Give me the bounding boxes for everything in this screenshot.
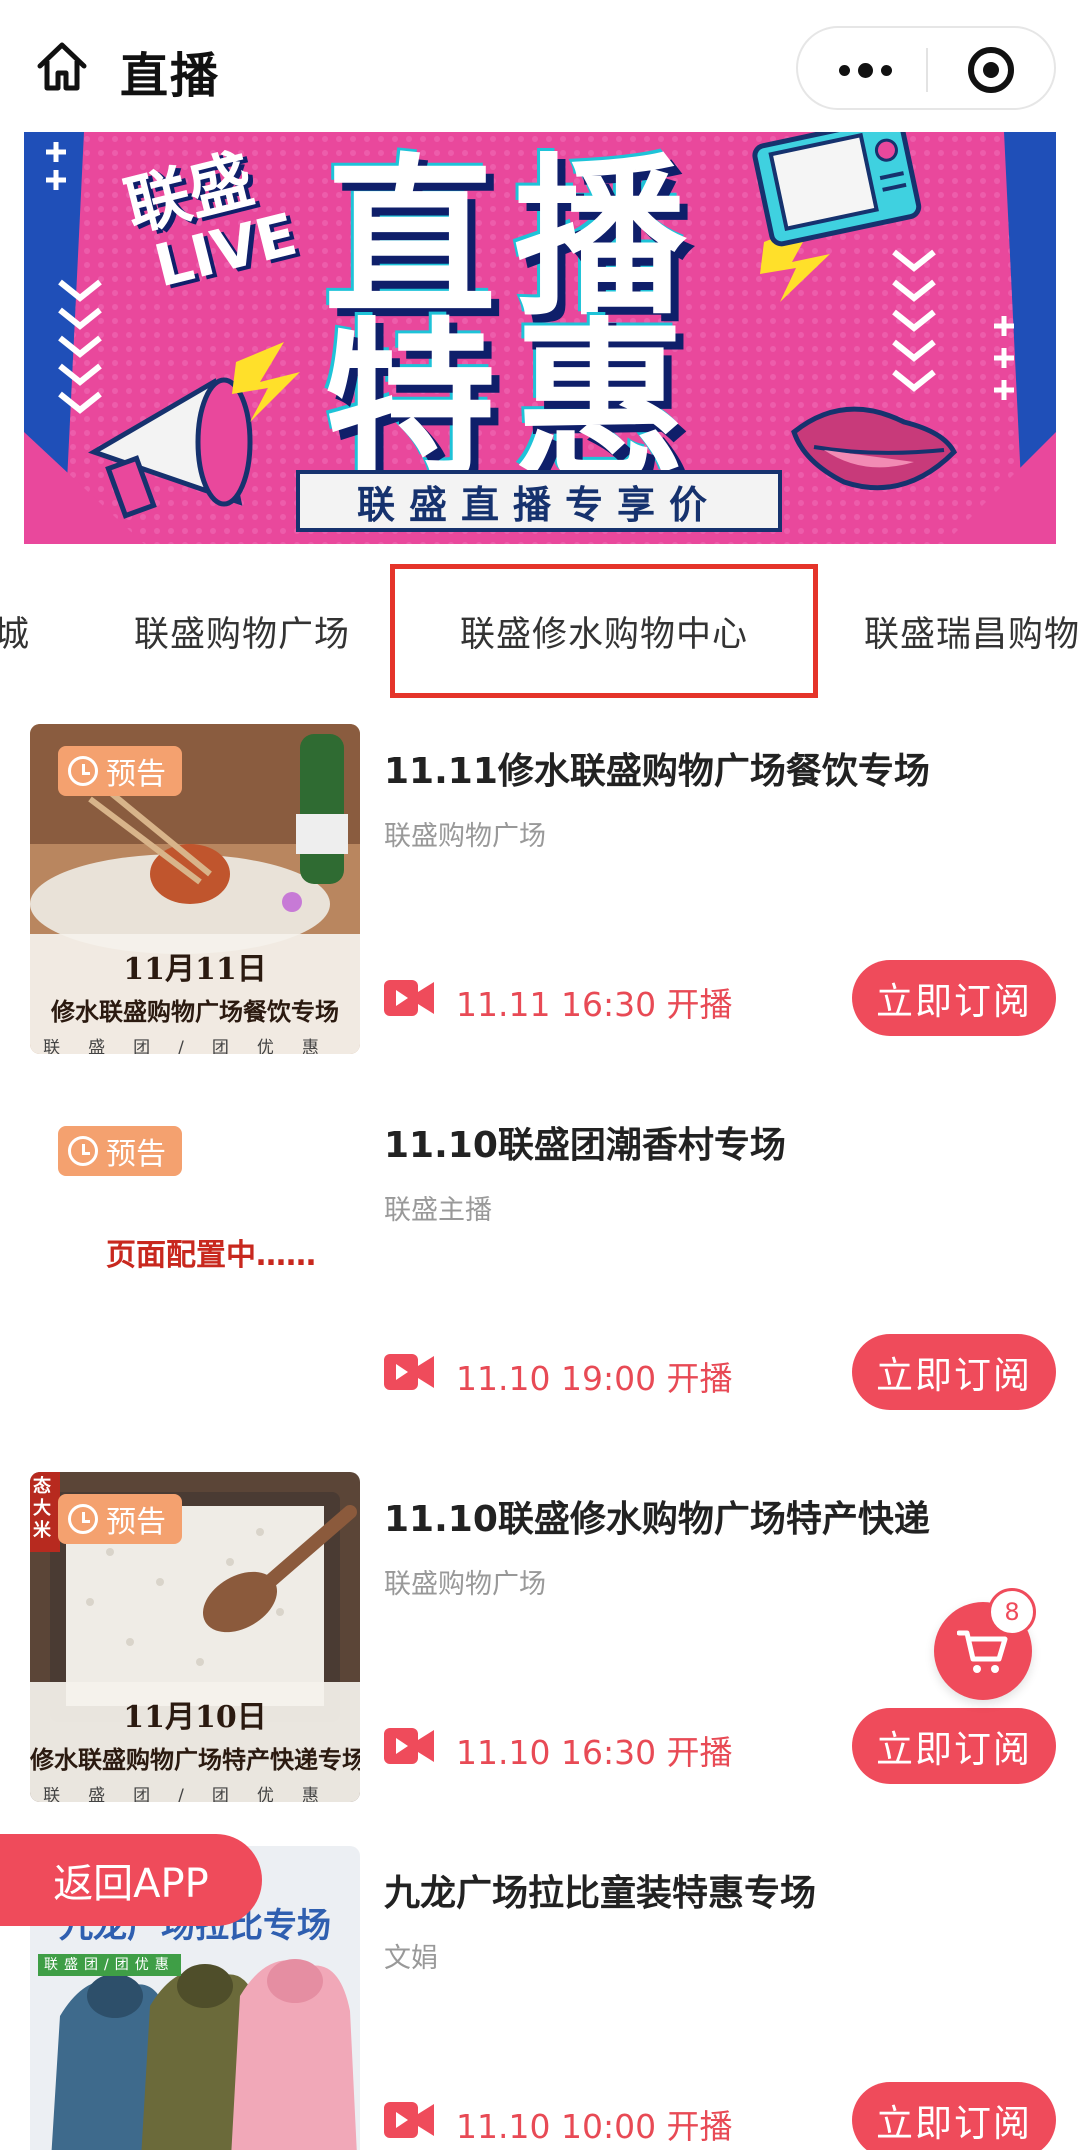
dot-icon xyxy=(880,64,892,76)
subscribe-button[interactable]: 立即订阅 xyxy=(852,1334,1056,1410)
target-icon xyxy=(968,47,1014,93)
start-time: 11.11 16:30 开播 xyxy=(456,985,733,1024)
caption-date: 11月10日 xyxy=(123,1700,267,1735)
cart-icon xyxy=(957,1630,1008,1673)
capsule-divider xyxy=(926,48,928,92)
start-time: 11.10 19:00 开播 xyxy=(456,1359,733,1398)
live-item[interactable]: 预告 页面配置中…… 11.10联盛团潮香村专场 联盛主播 11.10 19:0… xyxy=(0,1098,1080,1472)
live-host: 联盛购物广场 xyxy=(384,821,546,852)
live-thumbnail[interactable]: 预告 页面配置中…… xyxy=(30,1098,360,1428)
start-time: 11.10 10:00 开播 xyxy=(456,2107,733,2146)
live-host: 文娟 xyxy=(384,1943,438,1974)
preview-badge: 预告 xyxy=(58,746,182,796)
page-title: 直播 xyxy=(120,48,221,104)
cart-count-badge: 8 xyxy=(988,1588,1036,1636)
more-options-button[interactable] xyxy=(820,42,910,98)
alarm-clock-icon xyxy=(68,1504,98,1534)
subscribe-button[interactable]: 立即订阅 xyxy=(852,2082,1056,2150)
preview-badge-label: 预告 xyxy=(106,757,166,792)
live-title[interactable]: 11.10联盛团潮香村专场 xyxy=(384,1116,786,1168)
page-configuring-text: 页面配置中…… xyxy=(106,1238,316,1273)
thumbnail-caption: 11月11日 修水联盛购物广场餐饮专场 联盛团/团优惠 xyxy=(30,934,360,1054)
shopping-cart-button[interactable]: 8 xyxy=(934,1588,1036,1700)
close-mini-program-button[interactable] xyxy=(956,42,1026,98)
tab-store-0[interactable]: 城 xyxy=(0,606,30,657)
preview-badge: 预告 xyxy=(58,1126,182,1176)
video-camera-icon xyxy=(384,2102,434,2138)
live-host: 联盛购物广场 xyxy=(384,1569,546,1600)
promo-banner[interactable]: 联盛 LIVE 直播 特惠 联盛直播专享价 xyxy=(24,132,1056,544)
alarm-clock-icon xyxy=(68,1136,98,1166)
preview-badge-label: 预告 xyxy=(106,1137,166,1172)
caption-tag: 联盛团/团优惠 xyxy=(43,1038,347,1054)
caption-date: 11月11日 xyxy=(123,952,267,987)
video-camera-icon xyxy=(384,980,434,1016)
store-tabs: 城 联盛购物广场 联盛修水购物中心 联盛瑞昌购物 xyxy=(0,556,1080,706)
live-title[interactable]: 11.10联盛修水购物广场特产快递 xyxy=(384,1490,930,1542)
start-time: 11.10 16:30 开播 xyxy=(456,1733,733,1772)
live-thumbnail[interactable]: 预告 11月11日 修水联盛购物广场餐饮专场 联盛团/团优惠 xyxy=(30,724,360,1054)
home-icon[interactable] xyxy=(34,38,90,94)
caption-name: 修水联盛购物广场特产快递专场 xyxy=(30,1745,360,1774)
video-camera-icon xyxy=(384,1728,434,1764)
subscribe-button[interactable]: 立即订阅 xyxy=(852,960,1056,1036)
live-title[interactable]: 11.11修水联盛购物广场餐饮专场 xyxy=(384,742,930,794)
preview-badge-label: 预告 xyxy=(106,1505,166,1540)
live-host: 联盛主播 xyxy=(384,1195,492,1226)
back-to-app-button[interactable]: 返回APP xyxy=(0,1834,262,1926)
mini-program-capsule xyxy=(796,26,1056,110)
video-camera-icon xyxy=(384,1354,434,1390)
dot-icon xyxy=(838,64,850,76)
live-thumbnail[interactable]: 态大米 预告 11月10日 修水联盛购物广场特产快递专场 联盛团/团优惠 xyxy=(30,1472,360,1802)
tab-store-1[interactable]: 联盛购物广场 xyxy=(134,606,350,657)
dot-icon xyxy=(857,62,873,78)
caption-tag: 联盛团/团优惠 xyxy=(43,1786,347,1802)
preview-badge: 预告 xyxy=(58,1494,182,1544)
live-item[interactable]: 态大米 预告 11月10日 修水联盛购物广场特产快递专场 联盛团/团优惠 11.… xyxy=(0,1472,1080,1846)
alarm-clock-icon xyxy=(68,756,98,786)
brand-corner-label: 态大米 xyxy=(33,1476,51,1541)
nav-bar: 直播 xyxy=(0,0,1080,130)
thumbnail-caption: 11月10日 修水联盛购物广场特产快递专场 联盛团/团优惠 xyxy=(30,1682,360,1802)
tab-store-2-active[interactable]: 联盛修水购物中心 xyxy=(460,606,748,657)
live-item[interactable]: 预告 11月11日 修水联盛购物广场餐饮专场 联盛团/团优惠 11.11修水联盛… xyxy=(0,724,1080,1098)
subscribe-button[interactable]: 立即订阅 xyxy=(852,1708,1056,1784)
banner-subtitle: 联盛直播专享价 xyxy=(296,470,782,532)
live-title[interactable]: 九龙广场拉比童装特惠专场 xyxy=(384,1864,816,1916)
caption-name: 修水联盛购物广场餐饮专场 xyxy=(51,997,339,1026)
tab-store-3[interactable]: 联盛瑞昌购物 xyxy=(864,606,1080,657)
caption-tag: 联盛团/团优惠 xyxy=(38,1954,181,1976)
